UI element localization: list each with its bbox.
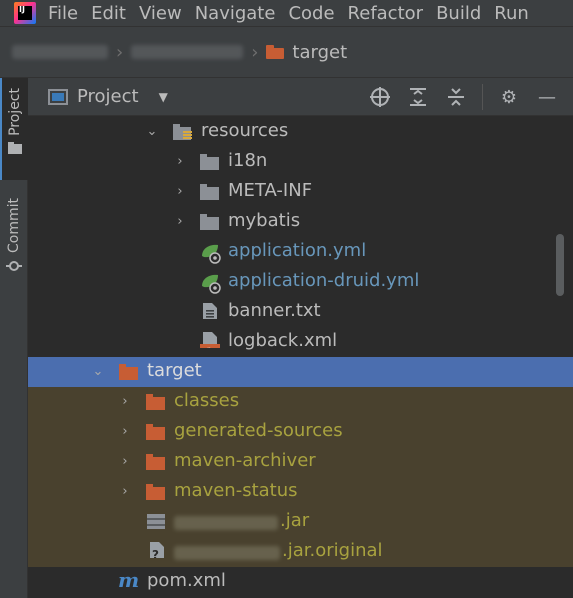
resources-folder-icon (173, 124, 192, 140)
tree-item-jar-original[interactable]: ? .jar.original (28, 537, 573, 567)
xml-file-icon: <> (200, 332, 220, 348)
tree-item-pom-xml[interactable]: m pom.xml (28, 567, 573, 597)
svg-text:?: ? (152, 548, 159, 558)
redacted-filename (174, 546, 280, 560)
tree-item-meta-inf[interactable]: › META-INF (28, 177, 573, 207)
tab-commit-label: Commit (6, 198, 22, 253)
toolbar-divider (482, 84, 483, 110)
tree-item-classes[interactable]: › classes (28, 387, 573, 417)
breadcrumb-separator-icon: › (116, 41, 124, 63)
tree-item-label: application-druid.yml (228, 270, 420, 291)
project-view-title[interactable]: Project (77, 86, 139, 107)
tree-item-label: .jar (280, 510, 310, 531)
excluded-folder-icon (119, 364, 138, 380)
menu-view[interactable]: View (139, 3, 182, 24)
tree-item-resources[interactable]: ⌄ resources (28, 117, 573, 147)
breadcrumb: › › target (0, 26, 573, 78)
chevron-right-icon[interactable]: › (119, 485, 131, 498)
chevron-right-icon[interactable]: › (174, 185, 186, 198)
tab-project-label: Project (7, 88, 23, 136)
chevron-down-icon[interactable]: ▼ (159, 90, 168, 104)
menu-navigate[interactable]: Navigate (195, 3, 276, 24)
text-file-icon (203, 303, 217, 319)
intellij-logo-icon[interactable]: IJ (14, 2, 36, 24)
gear-icon[interactable]: ⚙ (497, 85, 521, 109)
menu-bar: IJ File Edit View Navigate Code Refactor… (0, 0, 573, 26)
chevron-right-icon[interactable]: › (119, 425, 131, 438)
redacted-filename (174, 516, 278, 530)
excluded-folder-icon (146, 394, 165, 410)
jar-file-icon (147, 514, 165, 529)
svg-text:<>: <> (204, 345, 214, 348)
tree-item-label: resources (201, 120, 289, 141)
tree-item-jar[interactable]: .jar (28, 507, 573, 537)
tree-item-maven-archiver[interactable]: › maven-archiver (28, 447, 573, 477)
folder-icon (8, 141, 22, 154)
menu-refactor[interactable]: Refactor (348, 3, 424, 24)
menu-run[interactable]: Run (494, 3, 529, 24)
tree-item-logback-xml[interactable]: <> logback.xml (28, 327, 573, 357)
tree-item-label: mybatis (228, 210, 301, 231)
tree-item-label: logback.xml (228, 330, 338, 351)
tree-scrollbar[interactable] (556, 234, 564, 296)
chevron-right-icon[interactable]: › (119, 455, 131, 468)
folder-icon (266, 45, 285, 59)
hide-icon[interactable]: — (535, 85, 559, 109)
folder-icon (200, 154, 219, 170)
tree-item-target[interactable]: ⌄ target (28, 357, 573, 387)
maven-icon: m (118, 568, 140, 592)
excluded-folder-icon (146, 484, 165, 500)
spring-yml-icon (202, 244, 221, 264)
chevron-down-icon[interactable]: ⌄ (146, 125, 158, 138)
expand-all-icon[interactable] (406, 85, 430, 109)
excluded-folder-icon (146, 454, 165, 470)
tree-item-banner-txt[interactable]: banner.txt (28, 297, 573, 327)
project-view-icon (48, 88, 68, 105)
breadcrumb-separator-icon: › (251, 41, 259, 63)
tree-item-application-druid-yml[interactable]: application-druid.yml (28, 267, 573, 297)
tree-item-i18n[interactable]: › i18n (28, 147, 573, 177)
tree-item-label: maven-archiver (174, 450, 316, 471)
tree-item-label: i18n (228, 150, 268, 171)
breadcrumb-redacted-project[interactable] (12, 45, 108, 59)
folder-icon (200, 214, 219, 230)
left-tool-stripe: Project Commit (0, 78, 28, 598)
collapse-all-icon[interactable] (444, 85, 468, 109)
tree-item-label: META-INF (228, 180, 313, 201)
breadcrumb-current[interactable]: target (292, 42, 347, 63)
tree-item-label: .jar.original (282, 540, 383, 561)
tree-item-mybatis[interactable]: › mybatis (28, 207, 573, 237)
excluded-folder-icon (146, 424, 165, 440)
tree-item-label: pom.xml (147, 570, 226, 591)
menu-file[interactable]: File (48, 3, 78, 24)
tree-item-maven-status[interactable]: › maven-status (28, 477, 573, 507)
tab-commit[interactable]: Commit (0, 190, 28, 290)
chevron-down-icon[interactable]: ⌄ (92, 365, 104, 378)
tree-item-label: application.yml (228, 240, 367, 261)
chevron-right-icon[interactable]: › (119, 395, 131, 408)
tree-item-application-yml[interactable]: application.yml (28, 237, 573, 267)
unknown-file-icon: ? (150, 542, 164, 558)
menu-edit[interactable]: Edit (91, 3, 126, 24)
tree-item-label: classes (174, 390, 240, 411)
chevron-right-icon[interactable]: › (174, 155, 186, 168)
tree-item-generated-sources[interactable]: › generated-sources (28, 417, 573, 447)
tree-item-label: banner.txt (228, 300, 321, 321)
spring-yml-icon (202, 274, 221, 294)
tree-item-label: generated-sources (174, 420, 343, 441)
project-tree[interactable]: ⌄ resources › i18n › META-INF › mybatis (28, 117, 573, 598)
menu-build[interactable]: Build (436, 3, 481, 24)
tree-item-label: maven-status (174, 480, 298, 501)
tree-item-label: target (147, 360, 202, 381)
tab-project[interactable]: Project (0, 78, 28, 180)
menu-code[interactable]: Code (288, 3, 334, 24)
folder-icon (200, 184, 219, 200)
select-opened-file-icon[interactable] (368, 85, 392, 109)
project-toolwindow-header: Project ▼ ⚙ — (28, 78, 573, 116)
chevron-right-icon[interactable]: › (174, 215, 186, 228)
commit-icon (6, 261, 22, 271)
breadcrumb-redacted-module[interactable] (131, 45, 244, 59)
